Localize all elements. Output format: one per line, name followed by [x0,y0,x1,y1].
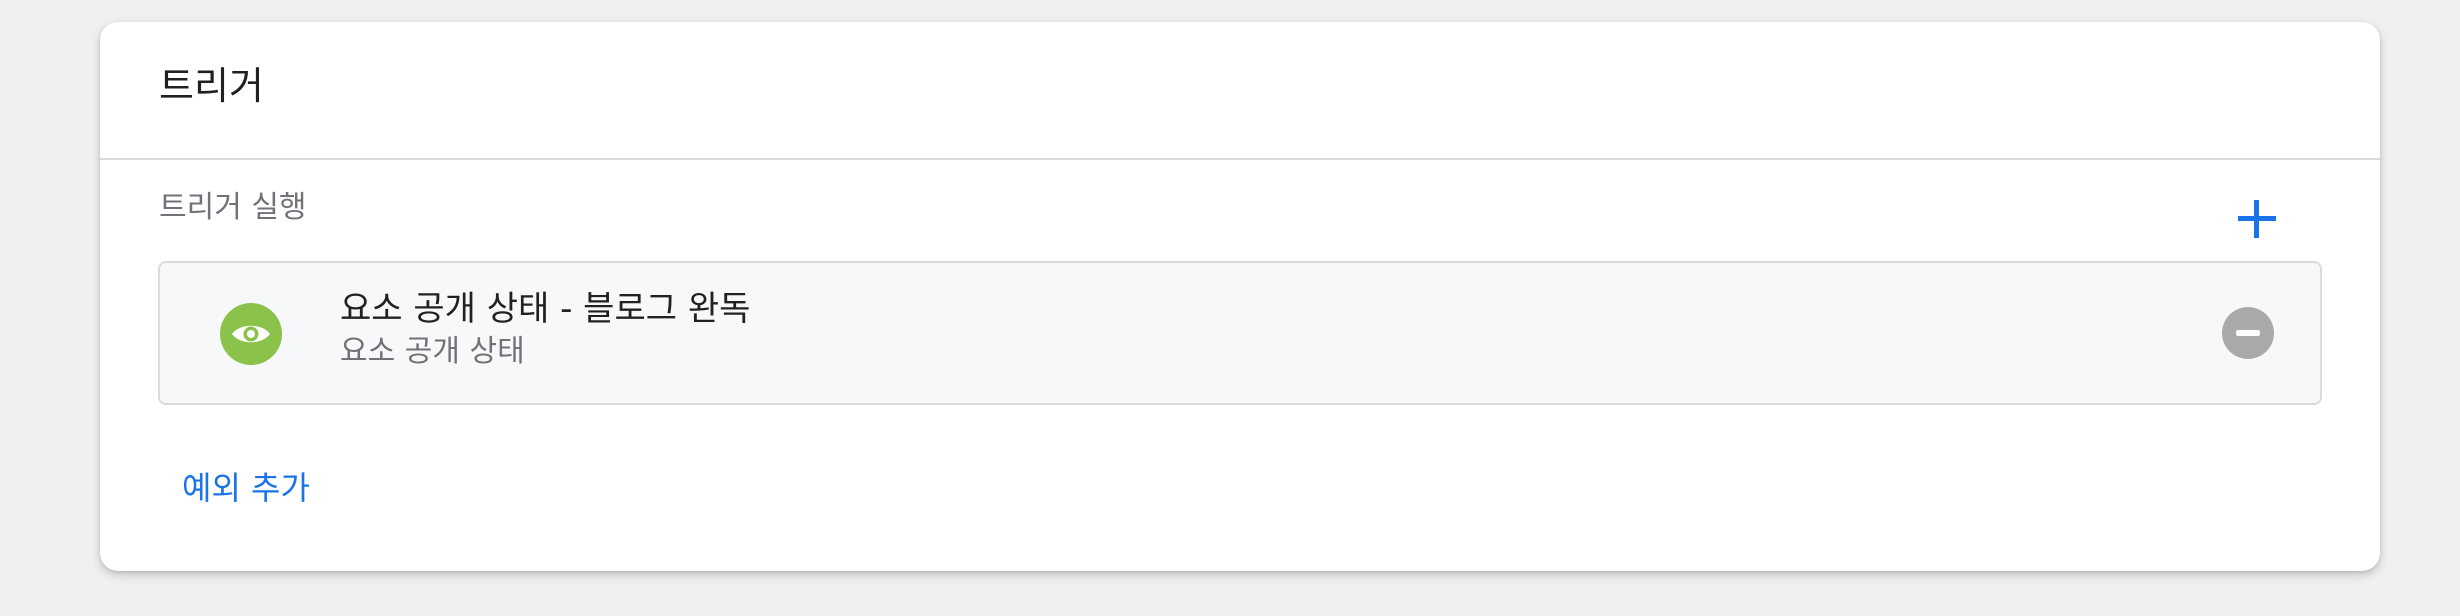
triggers-card: 트리거 트리거 실행 요소 공개 상태 - 블로그 완독 요소 공개 상태 예외… [100,22,2380,571]
add-trigger-button[interactable] [2228,190,2286,248]
card-title: 트리거 [159,64,264,108]
trigger-type: 요소 공개 상태 [340,334,525,369]
eye-icon [232,325,270,343]
trigger-name: 요소 공개 상태 - 블로그 완독 [340,289,751,329]
firing-triggers-label: 트리거 실행 [159,190,307,225]
remove-trigger-button[interactable] [2222,307,2274,359]
card-header: 트리거 [100,22,2380,160]
plus-icon [2238,200,2276,238]
add-exception-link[interactable]: 예외 추가 [182,468,310,508]
trigger-type-badge [220,303,282,365]
trigger-row[interactable]: 요소 공개 상태 - 블로그 완독 요소 공개 상태 [158,261,2322,405]
minus-circle-icon [2236,330,2260,336]
